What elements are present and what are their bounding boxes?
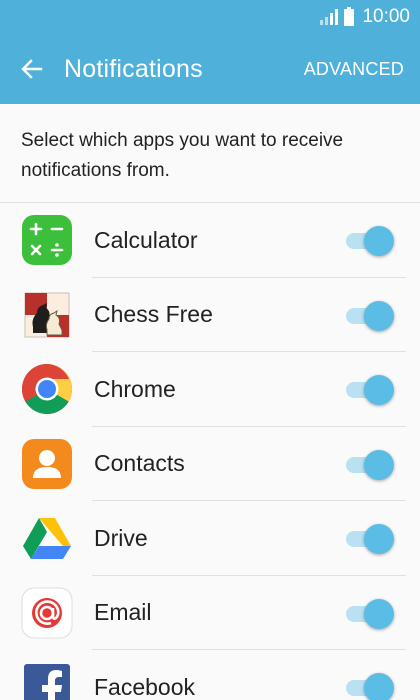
status-bar: 10:00 [0, 0, 420, 34]
app-name: Facebook [94, 673, 196, 700]
app-name: Contacts [94, 450, 185, 477]
list-item-calculator[interactable]: Calculator [0, 203, 420, 278]
description-text: Select which apps you want to receive no… [21, 130, 344, 181]
app-name: Drive [94, 524, 148, 551]
facebook-icon [24, 664, 70, 700]
drive-toggle[interactable] [344, 521, 396, 555]
app-bar: Notifications ADVANCED [0, 34, 420, 104]
battery-icon [344, 6, 355, 26]
app-name: Calculator [94, 226, 198, 253]
list-item-chess-free[interactable]: Chess Free [0, 278, 420, 353]
email-icon [21, 587, 73, 639]
chess-free-toggle[interactable] [344, 298, 396, 332]
signal-icon [320, 9, 339, 25]
content: Select which apps you want to receive no… [0, 104, 420, 700]
list-item-chrome[interactable]: Chrome [0, 352, 420, 427]
list-item-email[interactable]: Email [0, 576, 420, 651]
back-button[interactable] [18, 55, 46, 83]
contacts-toggle[interactable] [344, 447, 396, 481]
contacts-icon [22, 438, 72, 489]
facebook-toggle[interactable] [344, 670, 396, 700]
advanced-button[interactable]: ADVANCED [304, 59, 404, 80]
drive-icon [23, 518, 71, 560]
email-toggle[interactable] [344, 596, 396, 630]
list-item-facebook[interactable]: Facebook [0, 650, 420, 700]
page-title: Notifications [64, 54, 203, 83]
back-arrow-icon [21, 59, 43, 79]
list-item-drive[interactable]: Drive [0, 501, 420, 576]
calculator-icon [22, 215, 72, 266]
chrome-icon [22, 364, 72, 415]
app-name: Chrome [94, 375, 176, 402]
status-time: 10:00 [362, 6, 410, 27]
app-name: Chess Free [94, 301, 213, 328]
list-item-contacts[interactable]: Contacts [0, 427, 420, 502]
app-list: Calculator Chess Free Chrome Contacts Dr… [0, 202, 420, 700]
app-name: Email [94, 599, 152, 626]
calculator-toggle[interactable] [344, 223, 396, 257]
chrome-toggle[interactable] [344, 372, 396, 406]
chess-icon [24, 292, 70, 338]
